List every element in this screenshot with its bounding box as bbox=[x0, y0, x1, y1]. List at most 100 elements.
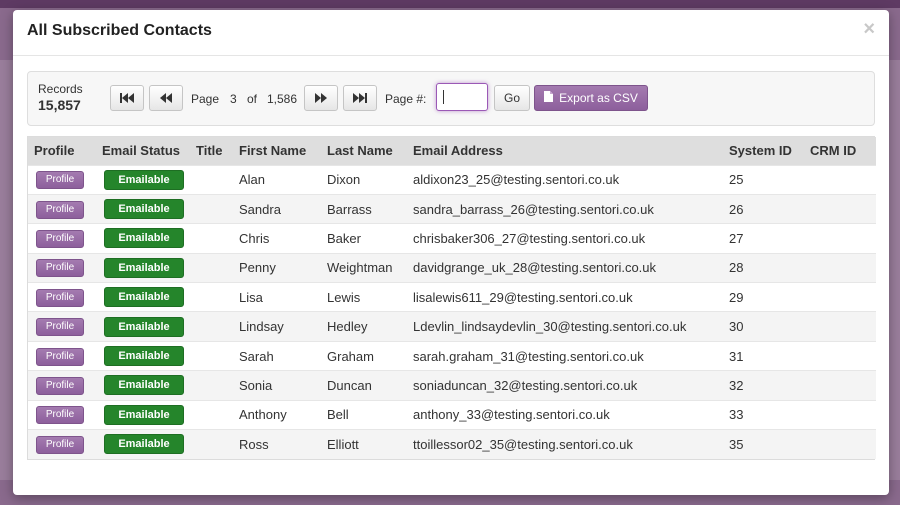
profile-button[interactable]: Profile bbox=[36, 406, 84, 425]
last-page-icon bbox=[353, 93, 367, 103]
column-header-profile: Profile bbox=[34, 143, 75, 159]
close-icon[interactable]: × bbox=[863, 19, 875, 39]
email-status-cell: Emailable bbox=[96, 400, 190, 429]
status-badge: Emailable bbox=[104, 257, 184, 278]
last-name-cell: Baker bbox=[327, 230, 361, 246]
text-caret bbox=[443, 90, 444, 104]
column-header-email-address: Email Address bbox=[413, 143, 503, 159]
table-header-row: Profile Email Status Title First Name La… bbox=[28, 137, 876, 165]
page-label: Page bbox=[191, 92, 220, 106]
profile-button[interactable]: Profile bbox=[36, 288, 84, 307]
crm-id-cell bbox=[804, 194, 876, 223]
pagination-toolbar: Records 15,857 Page 3 of 1,586 Page #: G… bbox=[27, 71, 875, 126]
title-cell bbox=[190, 283, 233, 312]
email-address-cell: anthony_33@testing.sentori.co.uk bbox=[413, 407, 610, 423]
first-name-cell: Lindsay bbox=[239, 319, 284, 335]
system-id-cell: 33 bbox=[729, 407, 744, 423]
profile-button[interactable]: Profile bbox=[36, 347, 84, 366]
last-name-cell: Graham bbox=[327, 348, 374, 364]
profile-cell: Profile bbox=[28, 341, 96, 370]
first-name-cell: Lisa bbox=[239, 289, 263, 305]
page-number-label: Page #: bbox=[385, 92, 427, 106]
crm-id-cell bbox=[804, 312, 876, 341]
title-cell bbox=[190, 371, 233, 400]
last-name-cell: Duncan bbox=[327, 377, 372, 393]
email-address-cell: sandra_barrass_26@testing.sentori.co.uk bbox=[413, 201, 654, 217]
current-page: 3 bbox=[230, 92, 237, 106]
go-button[interactable]: Go bbox=[494, 85, 530, 111]
table-row: Profile Emailable Anthony Bell anthony_33@te… bbox=[28, 400, 876, 430]
previous-page-icon bbox=[160, 93, 172, 103]
column-header-first-name: First Name bbox=[239, 143, 307, 159]
previous-page-button[interactable] bbox=[149, 85, 183, 111]
records-label: Records bbox=[38, 82, 83, 96]
status-badge: Emailable bbox=[104, 316, 184, 337]
profile-cell: Profile bbox=[28, 283, 96, 312]
last-name-cell: Bell bbox=[327, 407, 349, 423]
table-row: Profile Emailable Penny Weightman davidgrang… bbox=[28, 253, 876, 283]
email-address-cell: lisalewis611_29@testing.sentori.co.uk bbox=[413, 289, 633, 305]
table-row: Profile Emailable Alan Dixon aldixon23_25@te… bbox=[28, 165, 876, 195]
crm-id-cell bbox=[804, 430, 876, 459]
contacts-modal: All Subscribed Contacts × Records 15,857… bbox=[13, 10, 889, 495]
first-page-icon bbox=[120, 93, 134, 103]
email-status-cell: Emailable bbox=[96, 371, 190, 400]
first-name-cell: Sonia bbox=[239, 377, 273, 393]
system-id-cell: 30 bbox=[729, 319, 744, 335]
column-header-crm-id: CRM ID bbox=[810, 143, 857, 159]
status-badge: Emailable bbox=[104, 169, 184, 190]
last-name-cell: Hedley bbox=[327, 319, 368, 335]
profile-cell: Profile bbox=[28, 253, 96, 282]
first-page-button[interactable] bbox=[110, 85, 144, 111]
email-status-cell: Emailable bbox=[96, 224, 190, 253]
profile-button[interactable]: Profile bbox=[36, 200, 84, 219]
profile-button[interactable]: Profile bbox=[36, 229, 84, 248]
profile-button[interactable]: Profile bbox=[36, 376, 84, 395]
column-header-system-id: System ID bbox=[729, 143, 792, 159]
first-name-cell: Sandra bbox=[239, 201, 281, 217]
profile-button[interactable]: Profile bbox=[36, 171, 84, 190]
system-id-cell: 29 bbox=[729, 289, 744, 305]
email-status-cell: Emailable bbox=[96, 283, 190, 312]
profile-button[interactable]: Profile bbox=[36, 435, 84, 454]
profile-button[interactable]: Profile bbox=[36, 318, 84, 337]
status-badge: Emailable bbox=[104, 228, 184, 249]
table-row: Profile Emailable Sonia Duncan soniaduncan_3… bbox=[28, 370, 876, 401]
email-address-cell: aldixon23_25@testing.sentori.co.uk bbox=[413, 172, 620, 188]
profile-button[interactable]: Profile bbox=[36, 259, 84, 278]
last-page-button[interactable] bbox=[343, 85, 377, 111]
profile-cell: Profile bbox=[28, 165, 96, 194]
last-name-cell: Lewis bbox=[327, 289, 361, 305]
title-cell bbox=[190, 312, 233, 341]
title-cell bbox=[190, 400, 233, 429]
export-csv-button[interactable]: Export as CSV bbox=[534, 85, 648, 111]
next-page-button[interactable] bbox=[304, 85, 338, 111]
email-address-cell: sarah.graham_31@testing.sentori.co.uk bbox=[413, 348, 644, 364]
export-csv-label: Export as CSV bbox=[559, 91, 638, 105]
title-cell bbox=[190, 165, 233, 194]
table-row: Profile Emailable Ross Elliott ttoillessor02… bbox=[28, 429, 876, 459]
status-badge: Emailable bbox=[104, 287, 184, 308]
first-name-cell: Alan bbox=[239, 172, 266, 188]
email-status-cell: Emailable bbox=[96, 194, 190, 223]
profile-cell: Profile bbox=[28, 194, 96, 223]
table-row: Profile Emailable Sarah Graham sarah.graham_… bbox=[28, 341, 876, 371]
last-name-cell: Elliott bbox=[327, 436, 359, 452]
last-name-cell: Barrass bbox=[327, 201, 372, 217]
status-badge: Emailable bbox=[104, 375, 184, 396]
title-cell bbox=[190, 430, 233, 459]
profile-cell: Profile bbox=[28, 371, 96, 400]
records-summary: Records 15,857 bbox=[38, 82, 83, 113]
column-header-title: Title bbox=[196, 143, 223, 159]
next-page-icon bbox=[315, 93, 327, 103]
table-row: Profile Emailable Chris Baker chrisbaker306_… bbox=[28, 223, 876, 254]
status-badge: Emailable bbox=[104, 404, 184, 425]
column-header-email-status: Email Status bbox=[102, 143, 181, 159]
profile-cell: Profile bbox=[28, 400, 96, 429]
background-top-nav bbox=[0, 0, 900, 8]
table-row: Profile Emailable Lisa Lewis lisalewis611_29… bbox=[28, 282, 876, 312]
file-icon bbox=[544, 91, 554, 105]
email-status-cell: Emailable bbox=[96, 341, 190, 370]
email-address-cell: davidgrange_uk_28@testing.sentori.co.uk bbox=[413, 260, 657, 276]
of-label: of bbox=[247, 92, 258, 106]
